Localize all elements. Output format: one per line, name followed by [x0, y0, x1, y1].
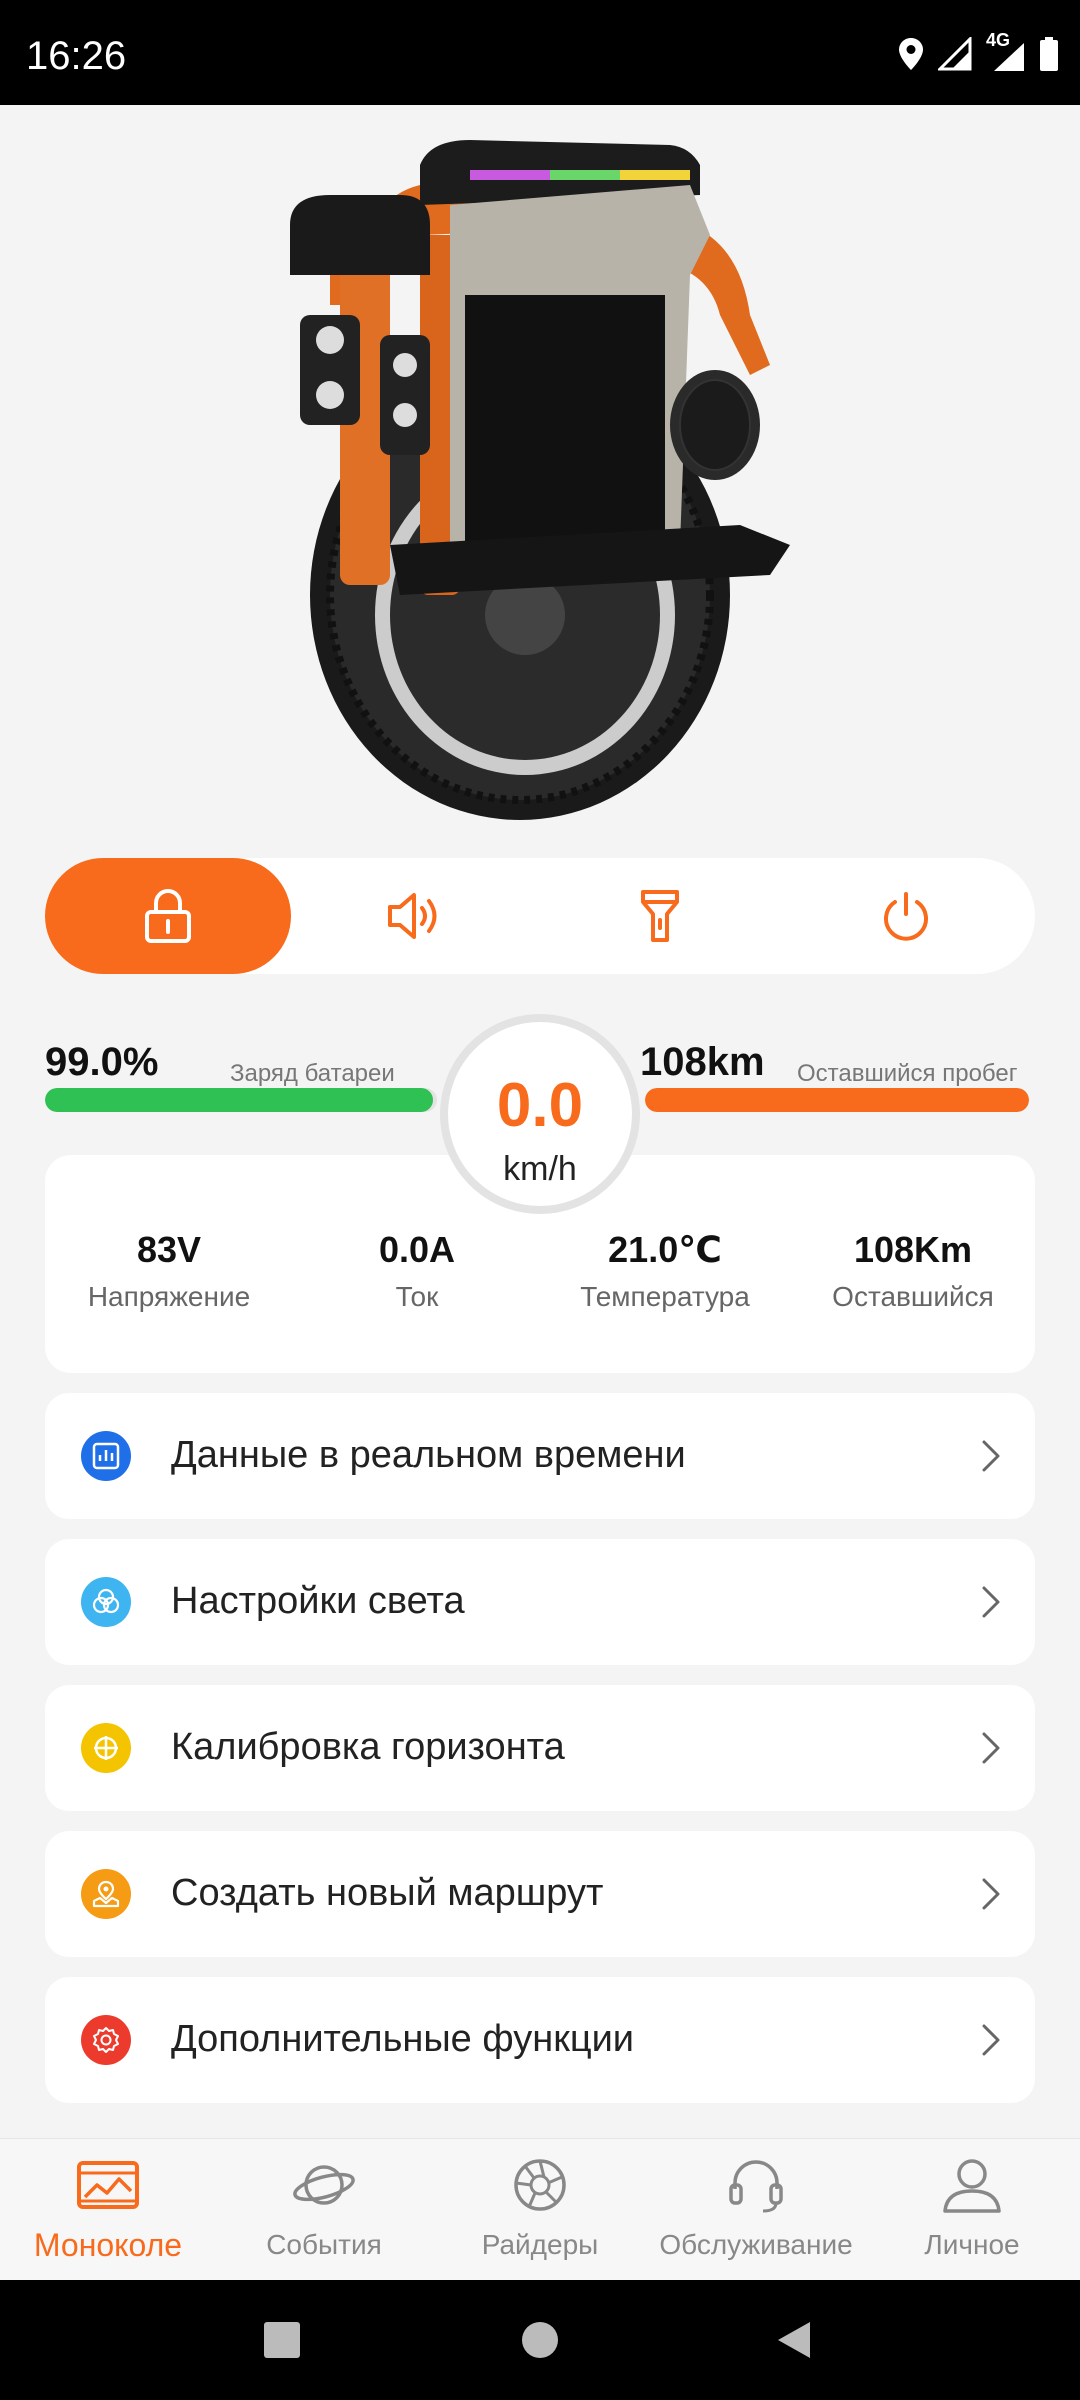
battery-bar — [45, 1088, 437, 1112]
chevron-right-icon — [982, 1440, 1000, 1472]
metric-value: 108Km — [853, 1229, 973, 1270]
location-icon — [899, 38, 923, 70]
chart-icon — [81, 1431, 131, 1481]
chevron-right-icon — [982, 1586, 1000, 1618]
menu-realtime-data[interactable]: Данные в реальном времени — [45, 1393, 1035, 1519]
status-bar: 16:26 4G — [0, 0, 1080, 105]
nav-events[interactable]: События — [216, 2139, 432, 2281]
battery-icon — [1040, 37, 1058, 71]
metric-remaining: 108Km Оставшийся — [789, 1229, 1037, 1313]
flashlight-icon — [641, 890, 679, 942]
nav-service[interactable]: Обслуживание — [648, 2139, 864, 2281]
range-value: 108km — [640, 1040, 765, 1084]
menu-label: Дополнительные функции — [171, 2018, 635, 2060]
menu-label: Данные в реальном времени — [171, 1434, 686, 1476]
back-button[interactable] — [774, 2320, 814, 2360]
range-label: Оставшийся пробег — [797, 1060, 1018, 1087]
unicycle-illustration — [290, 140, 790, 820]
rgb-circles-icon — [81, 1577, 131, 1627]
metric-label: Напряжение — [87, 1281, 251, 1312]
menu-label: Настройки света — [171, 1580, 465, 1622]
nav-label: Личное — [924, 2229, 1020, 2260]
nav-label: События — [266, 2229, 382, 2260]
battery-label: Заряд батареи — [230, 1060, 395, 1087]
unicycle-image — [0, 105, 1080, 845]
nav-label: Обслуживание — [659, 2229, 853, 2260]
metric-temperature: 21.0℃ Температура — [541, 1229, 789, 1313]
metric-voltage: 83V Напряжение — [45, 1229, 293, 1313]
nav-riders[interactable]: Райдеры — [432, 2139, 648, 2281]
recents-button[interactable] — [262, 2320, 302, 2360]
metric-label: Оставшийся — [832, 1281, 994, 1312]
metric-value: 83V — [136, 1229, 202, 1270]
status-time: 16:26 — [26, 34, 127, 78]
headset-icon — [729, 2160, 783, 2213]
chevron-right-icon — [982, 1732, 1000, 1764]
menu-extra-functions[interactable]: Дополнительные функции — [45, 1977, 1035, 2103]
speed-gauge: 0.0 km/h — [440, 1014, 640, 1214]
chevron-right-icon — [982, 2024, 1000, 2056]
system-nav-bar — [0, 2280, 1080, 2400]
menu-label: Калибровка горизонта — [171, 1726, 565, 1768]
flashlight-button[interactable] — [537, 858, 783, 974]
metric-label: Ток — [395, 1281, 439, 1312]
menu-label: Создать новый маршрут — [171, 1872, 604, 1914]
nav-label: Райдеры — [481, 2229, 599, 2260]
control-bar — [45, 858, 1035, 974]
battery-percent: 99.0% — [45, 1040, 159, 1084]
signal-icon — [938, 37, 972, 71]
planet-icon — [293, 2165, 355, 2205]
metric-value: 0.0A — [378, 1229, 456, 1270]
menu-horizon-calibration[interactable]: Калибровка горизонта — [45, 1685, 1035, 1811]
metric-label: Температура — [580, 1281, 750, 1312]
bottom-nav: Моноколе События Райдеры Обслуживание Ли… — [0, 2138, 1080, 2280]
signal-4g-icon: 4G — [986, 30, 1026, 72]
wheel-card-icon — [77, 2161, 139, 2209]
crosshair-icon — [81, 1723, 131, 1773]
menu-light-settings[interactable]: Настройки света — [45, 1539, 1035, 1665]
lock-icon — [145, 889, 191, 943]
menu-new-route[interactable]: Создать новый маршрут — [45, 1831, 1035, 1957]
map-route-icon — [81, 1869, 131, 1919]
horn-button[interactable] — [291, 858, 537, 974]
range-bar — [645, 1088, 1029, 1112]
speed-unit: km/h — [503, 1150, 577, 1188]
aperture-icon — [514, 2159, 566, 2211]
nav-profile[interactable]: Личное — [864, 2139, 1080, 2281]
lock-button[interactable] — [45, 858, 291, 974]
status-icons: 4G — [898, 30, 1058, 72]
chevron-right-icon — [982, 1878, 1000, 1910]
range-bar-fill — [645, 1088, 1029, 1112]
metric-current: 0.0A Ток — [293, 1229, 541, 1313]
person-icon — [943, 2159, 1001, 2213]
power-button[interactable] — [783, 858, 1029, 974]
gear-icon — [81, 2015, 131, 2065]
speaker-icon — [388, 893, 437, 939]
power-icon — [884, 892, 928, 941]
metric-value: 21.0℃ — [608, 1229, 722, 1270]
nav-unicycle[interactable]: Моноколе — [0, 2139, 216, 2281]
nav-label: Моноколе — [33, 2227, 183, 2263]
battery-bar-fill — [45, 1088, 434, 1112]
speed-value: 0.0 — [496, 1071, 584, 1140]
home-button[interactable] — [520, 2320, 560, 2360]
